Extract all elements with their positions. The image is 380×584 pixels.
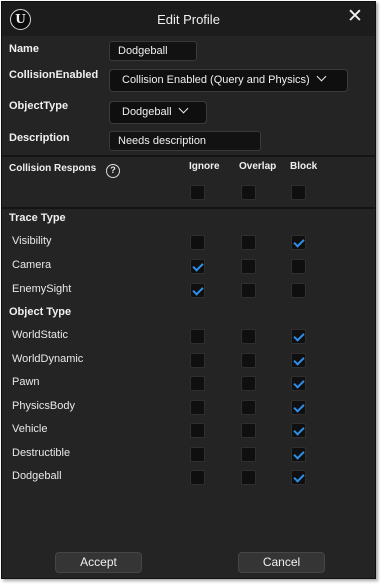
- channel-name: Vehicle: [12, 423, 48, 435]
- column-block: Block: [290, 161, 318, 172]
- name-label: Name: [9, 43, 39, 55]
- divider: [2, 207, 375, 209]
- ignore-checkbox[interactable]: [190, 283, 205, 298]
- collision-responses-label: Collision Respons: [9, 163, 97, 174]
- column-overlap: Overlap: [239, 161, 277, 172]
- collision-enabled-dropdown[interactable]: Collision Enabled (Query and Physics): [109, 69, 348, 92]
- help-icon[interactable]: ?: [106, 164, 120, 178]
- channel-name: Camera: [12, 259, 52, 271]
- overlap-checkbox[interactable]: [241, 446, 256, 462]
- overlap-checkbox[interactable]: [241, 423, 256, 438]
- ignore-checkbox[interactable]: [190, 329, 205, 344]
- ignore-checkbox[interactable]: [190, 352, 205, 368]
- channel-name: Pawn: [12, 376, 40, 388]
- channel-name: WorldDynamic: [12, 352, 84, 365]
- overlap-checkbox[interactable]: [241, 235, 256, 250]
- close-icon[interactable]: ✕: [344, 5, 366, 29]
- description-label: Description: [9, 132, 70, 144]
- description-input[interactable]: Needs description: [109, 131, 261, 151]
- overlap-checkbox[interactable]: [241, 259, 256, 274]
- master-block-checkbox[interactable]: [291, 185, 306, 200]
- overlap-checkbox[interactable]: [241, 283, 256, 298]
- block-checkbox[interactable]: [291, 399, 306, 415]
- object-type-label: ObjectType: [9, 100, 69, 112]
- collision-enabled-label: CollisionEnabled: [9, 69, 99, 81]
- object-type-value: Dodgeball: [122, 106, 172, 118]
- block-checkbox[interactable]: [291, 259, 306, 274]
- edit-profile-dialog: U Edit Profile ✕ Name Dodgeball Collisio…: [1, 1, 376, 579]
- master-ignore-checkbox[interactable]: [190, 185, 205, 200]
- ignore-checkbox[interactable]: [190, 446, 205, 462]
- name-input[interactable]: Dodgeball: [109, 41, 197, 61]
- channel-name: Dodgeball: [12, 470, 62, 482]
- accept-button[interactable]: Accept: [55, 552, 142, 573]
- master-overlap-checkbox[interactable]: [241, 185, 256, 200]
- block-checkbox[interactable]: [291, 470, 306, 485]
- block-checkbox[interactable]: [291, 235, 306, 250]
- block-checkbox[interactable]: [291, 423, 306, 438]
- ignore-checkbox[interactable]: [190, 470, 205, 485]
- cancel-button[interactable]: Cancel: [238, 552, 325, 573]
- chevron-down-icon: [316, 71, 327, 82]
- block-checkbox[interactable]: [291, 446, 306, 462]
- block-checkbox[interactable]: [291, 352, 306, 368]
- collision-enabled-value: Collision Enabled (Query and Physics): [122, 74, 310, 86]
- trace-type-heading: Trace Type: [9, 212, 66, 224]
- overlap-checkbox[interactable]: [241, 352, 256, 368]
- title-bar: U Edit Profile ✕: [2, 2, 375, 36]
- channel-name: Visibility: [12, 235, 52, 247]
- block-checkbox[interactable]: [291, 329, 306, 344]
- channel-name: WorldStatic: [12, 329, 69, 341]
- channel-name: PhysicsBody: [12, 399, 75, 412]
- ignore-checkbox[interactable]: [190, 376, 205, 391]
- overlap-checkbox[interactable]: [241, 376, 256, 391]
- ignore-checkbox[interactable]: [190, 235, 205, 250]
- block-checkbox[interactable]: [291, 376, 306, 391]
- object-type-heading: Object Type: [9, 306, 72, 318]
- overlap-checkbox[interactable]: [241, 470, 256, 485]
- column-ignore: Ignore: [189, 161, 220, 172]
- channel-name: EnemySight: [12, 283, 72, 295]
- channel-name: Destructible: [12, 446, 71, 459]
- object-type-dropdown[interactable]: Dodgeball: [109, 101, 207, 124]
- ignore-checkbox[interactable]: [190, 423, 205, 438]
- dialog-title: Edit Profile: [157, 12, 220, 27]
- ignore-checkbox[interactable]: [190, 259, 205, 274]
- overlap-checkbox[interactable]: [241, 329, 256, 344]
- divider: [2, 155, 375, 157]
- overlap-checkbox[interactable]: [241, 399, 256, 415]
- block-checkbox[interactable]: [291, 283, 306, 298]
- ignore-checkbox[interactable]: [190, 399, 205, 415]
- chevron-down-icon: [178, 103, 188, 114]
